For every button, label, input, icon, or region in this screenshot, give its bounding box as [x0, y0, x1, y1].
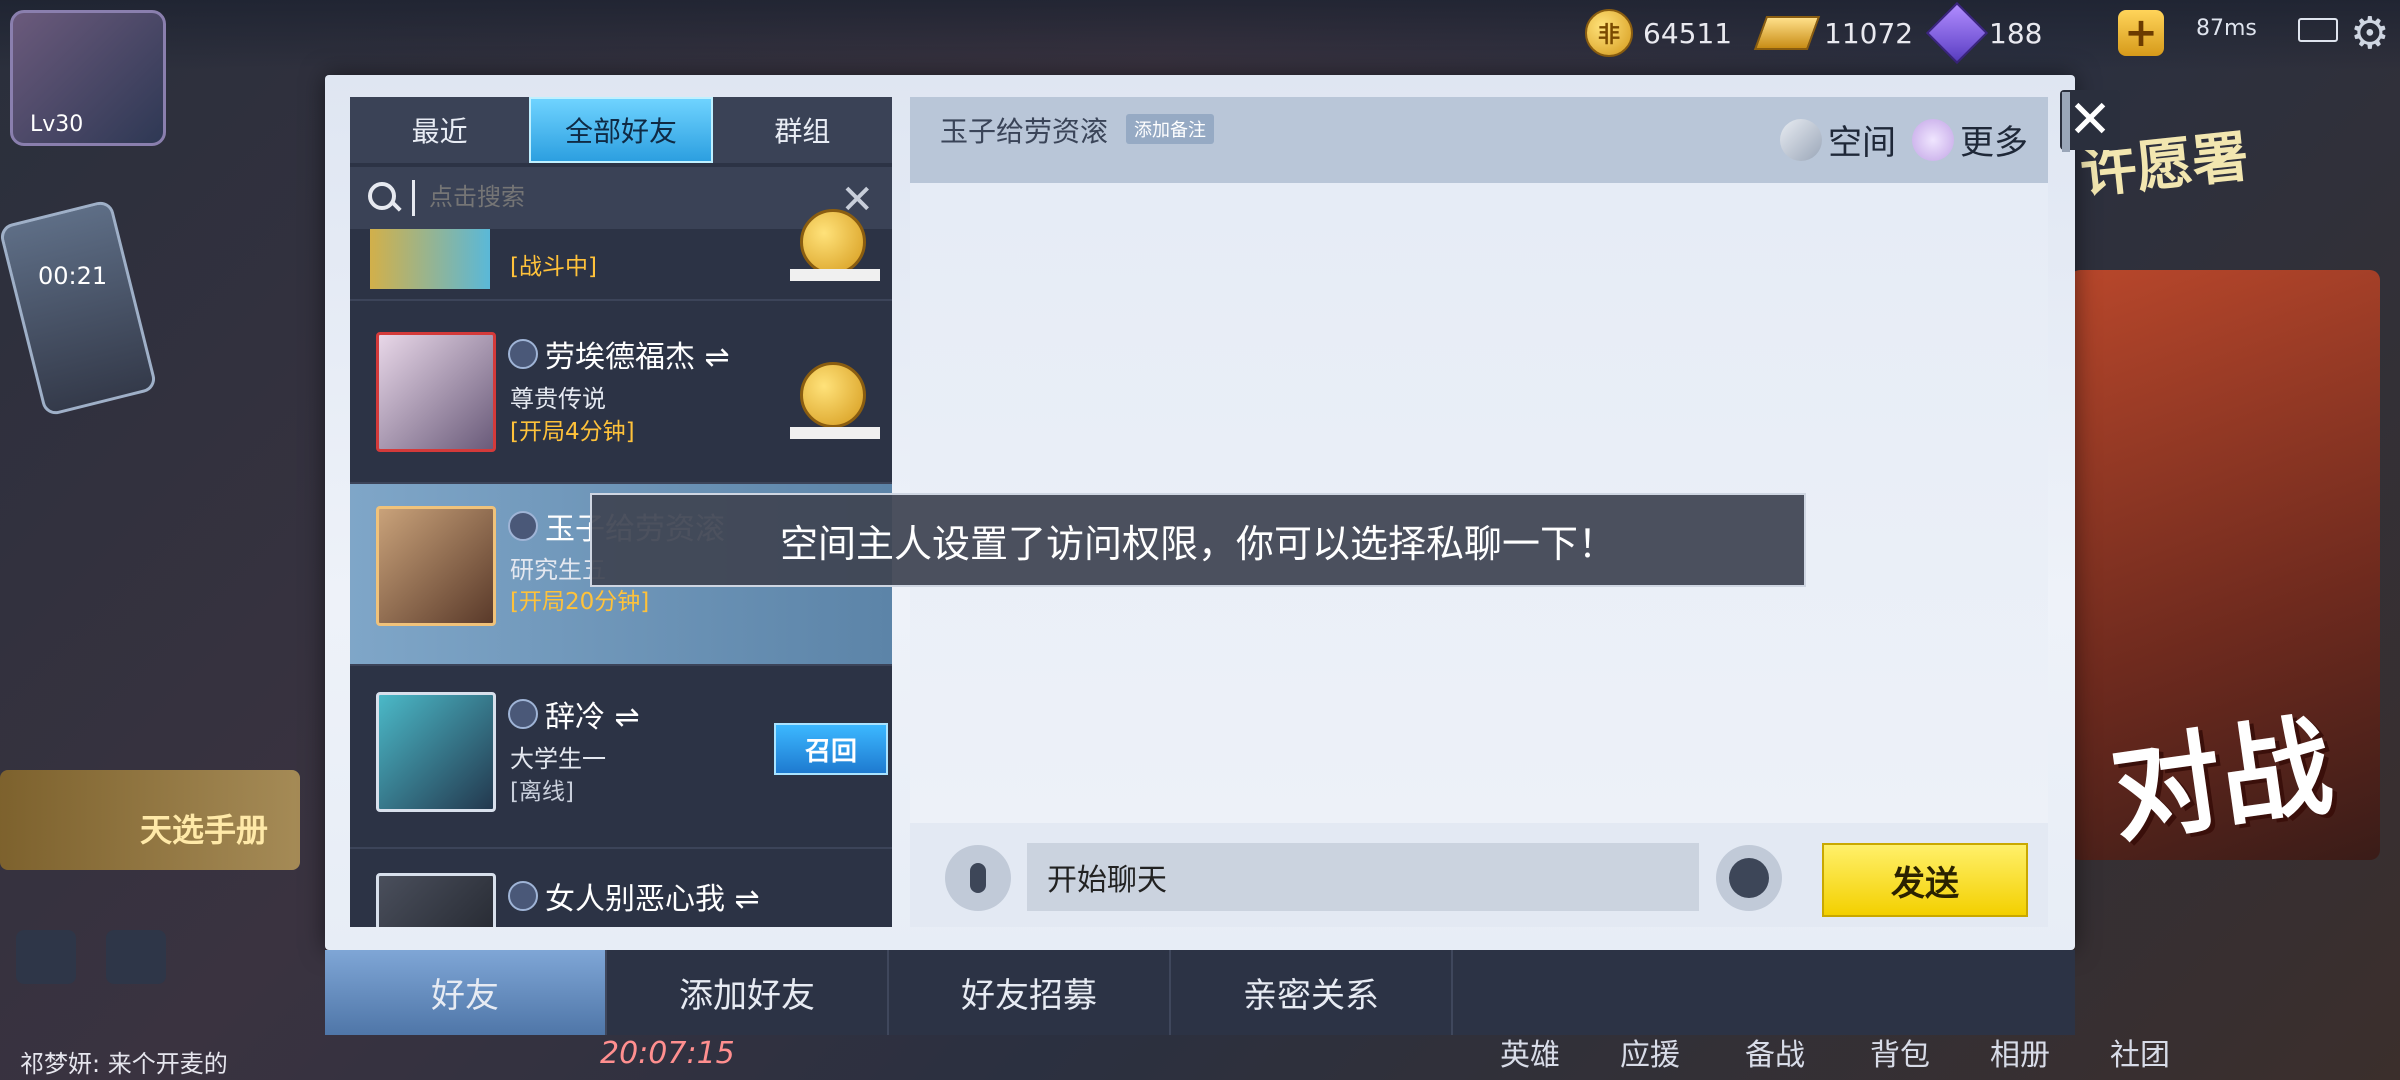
- friend-status: [离线]: [510, 779, 574, 805]
- coin-value: 64511: [1643, 16, 1733, 50]
- ping-readout: 87ms: [2196, 16, 2257, 41]
- tab-recent[interactable]: 最近: [350, 97, 530, 163]
- add-note-tag[interactable]: 添加备注: [1126, 114, 1214, 144]
- friend-name: 劳埃德福杰 ⇌: [545, 340, 730, 375]
- friend-status: [开局4分钟]: [510, 419, 635, 445]
- nav-club[interactable]: 社团: [2110, 1030, 2170, 1074]
- phone-widget[interactable]: [0, 198, 158, 418]
- mail-icon[interactable]: [106, 930, 166, 984]
- friend-avatar: [376, 692, 496, 812]
- tab-friend-recruit[interactable]: 好友招募: [889, 950, 1171, 1035]
- microphone-icon: [970, 863, 986, 893]
- friend-row[interactable]: [战斗中]: [350, 209, 892, 301]
- gold-counter: 11072: [1753, 10, 1914, 56]
- text-cursor: [412, 180, 415, 216]
- space-icon: [1780, 118, 1822, 161]
- tab-intimacy[interactable]: 亲密关系: [1171, 950, 1453, 1035]
- nav-album[interactable]: 相册: [1990, 1030, 2050, 1074]
- coin-counter: 非 64511: [1585, 9, 1733, 57]
- nav-bag[interactable]: 背包: [1870, 1030, 1930, 1074]
- rank-medal-icon: [800, 209, 866, 275]
- platform-badge-icon: [508, 881, 538, 911]
- recall-button[interactable]: 召回: [774, 723, 888, 775]
- medal-base: [790, 269, 880, 281]
- friend-avatar: [376, 332, 496, 452]
- emoji-button[interactable]: [1716, 845, 1782, 911]
- friend-name: 辞冷 ⇌: [545, 700, 640, 735]
- more-icon: [1912, 118, 1954, 161]
- handbook-label: 天选手册: [140, 811, 269, 849]
- phone-timer: 00:21: [38, 262, 108, 290]
- friend-avatar: [370, 229, 490, 289]
- more-label: 更多: [1960, 123, 2028, 163]
- chat-input[interactable]: [1027, 843, 1699, 911]
- send-button[interactable]: 发送: [1822, 843, 2028, 917]
- chat-title: 玉子给劳资滚: [940, 115, 1109, 148]
- voice-button[interactable]: [945, 845, 1011, 911]
- add-currency-button[interactable]: +: [2118, 10, 2164, 56]
- friend-row[interactable]: 辞冷 ⇌ 大学生一 [离线] 召回: [350, 667, 892, 849]
- platform-badge-icon: [508, 339, 538, 369]
- tab-groups[interactable]: 群组: [712, 97, 892, 163]
- friend-rank: 尊贵传说: [510, 385, 606, 413]
- close-button-edge: [2062, 92, 2070, 152]
- gem-value: 188: [1989, 16, 2043, 50]
- platform-badge-icon: [508, 699, 538, 729]
- friend-name: 女人别恶心我 ⇌: [545, 882, 760, 917]
- tab-friends[interactable]: 好友: [325, 950, 607, 1035]
- friend-status: [战斗中]: [510, 254, 597, 280]
- tab-all-friends[interactable]: 全部好友: [529, 97, 713, 163]
- gold-value: 11072: [1824, 16, 1914, 50]
- gold-bar-icon: [1753, 16, 1821, 50]
- nav-hero[interactable]: 英雄: [1500, 1030, 1560, 1074]
- friend-search-input[interactable]: [427, 183, 811, 213]
- medal-base: [790, 427, 880, 439]
- friend-avatar: [376, 506, 496, 626]
- nav-support[interactable]: 应援: [1620, 1030, 1680, 1074]
- gem-counter: 188: [1925, 1, 2043, 65]
- space-button[interactable]: 空间: [1780, 115, 1896, 164]
- friend-row[interactable]: 劳埃德福杰 ⇌ 尊贵传说 [开局4分钟]: [350, 302, 892, 484]
- friend-avatar: [376, 873, 496, 927]
- more-button[interactable]: 更多: [1912, 115, 2028, 164]
- friend-row[interactable]: 女人别恶心我 ⇌: [350, 849, 892, 927]
- friend-rank: 大学生一: [510, 745, 606, 773]
- rank-medal-icon: [800, 362, 866, 428]
- space-label: 空间: [1828, 123, 1896, 163]
- tab-add-friend[interactable]: 添加好友: [607, 950, 889, 1035]
- battery-icon: [2298, 18, 2338, 42]
- player-level: Lv30: [30, 112, 84, 137]
- platform-badge-icon: [508, 511, 538, 541]
- smiley-icon: [1729, 858, 1769, 898]
- friend-status: [开局20分钟]: [510, 589, 650, 615]
- coin-icon: 非: [1585, 9, 1633, 57]
- game-clock: 20:07:15: [600, 1036, 735, 1071]
- battle-poster-label: 对战: [2103, 700, 2340, 859]
- friend-tabs: 最近 全部好友 群组: [350, 97, 892, 163]
- friends-bottom-tabs: 好友 添加好友 好友招募 亲密关系: [325, 950, 2075, 1035]
- toast-message: 空间主人设置了访问权限，你可以选择私聊一下！: [590, 493, 1806, 587]
- settings-gear-icon[interactable]: ⚙: [2350, 8, 2389, 59]
- nav-prepare[interactable]: 备战: [1745, 1030, 1805, 1074]
- world-chat-line[interactable]: 祁梦妍: 来个开麦的: [20, 1044, 228, 1079]
- gem-icon: [1925, 1, 1989, 65]
- friends-shortcut-icon[interactable]: [16, 930, 76, 984]
- search-icon: [364, 178, 404, 218]
